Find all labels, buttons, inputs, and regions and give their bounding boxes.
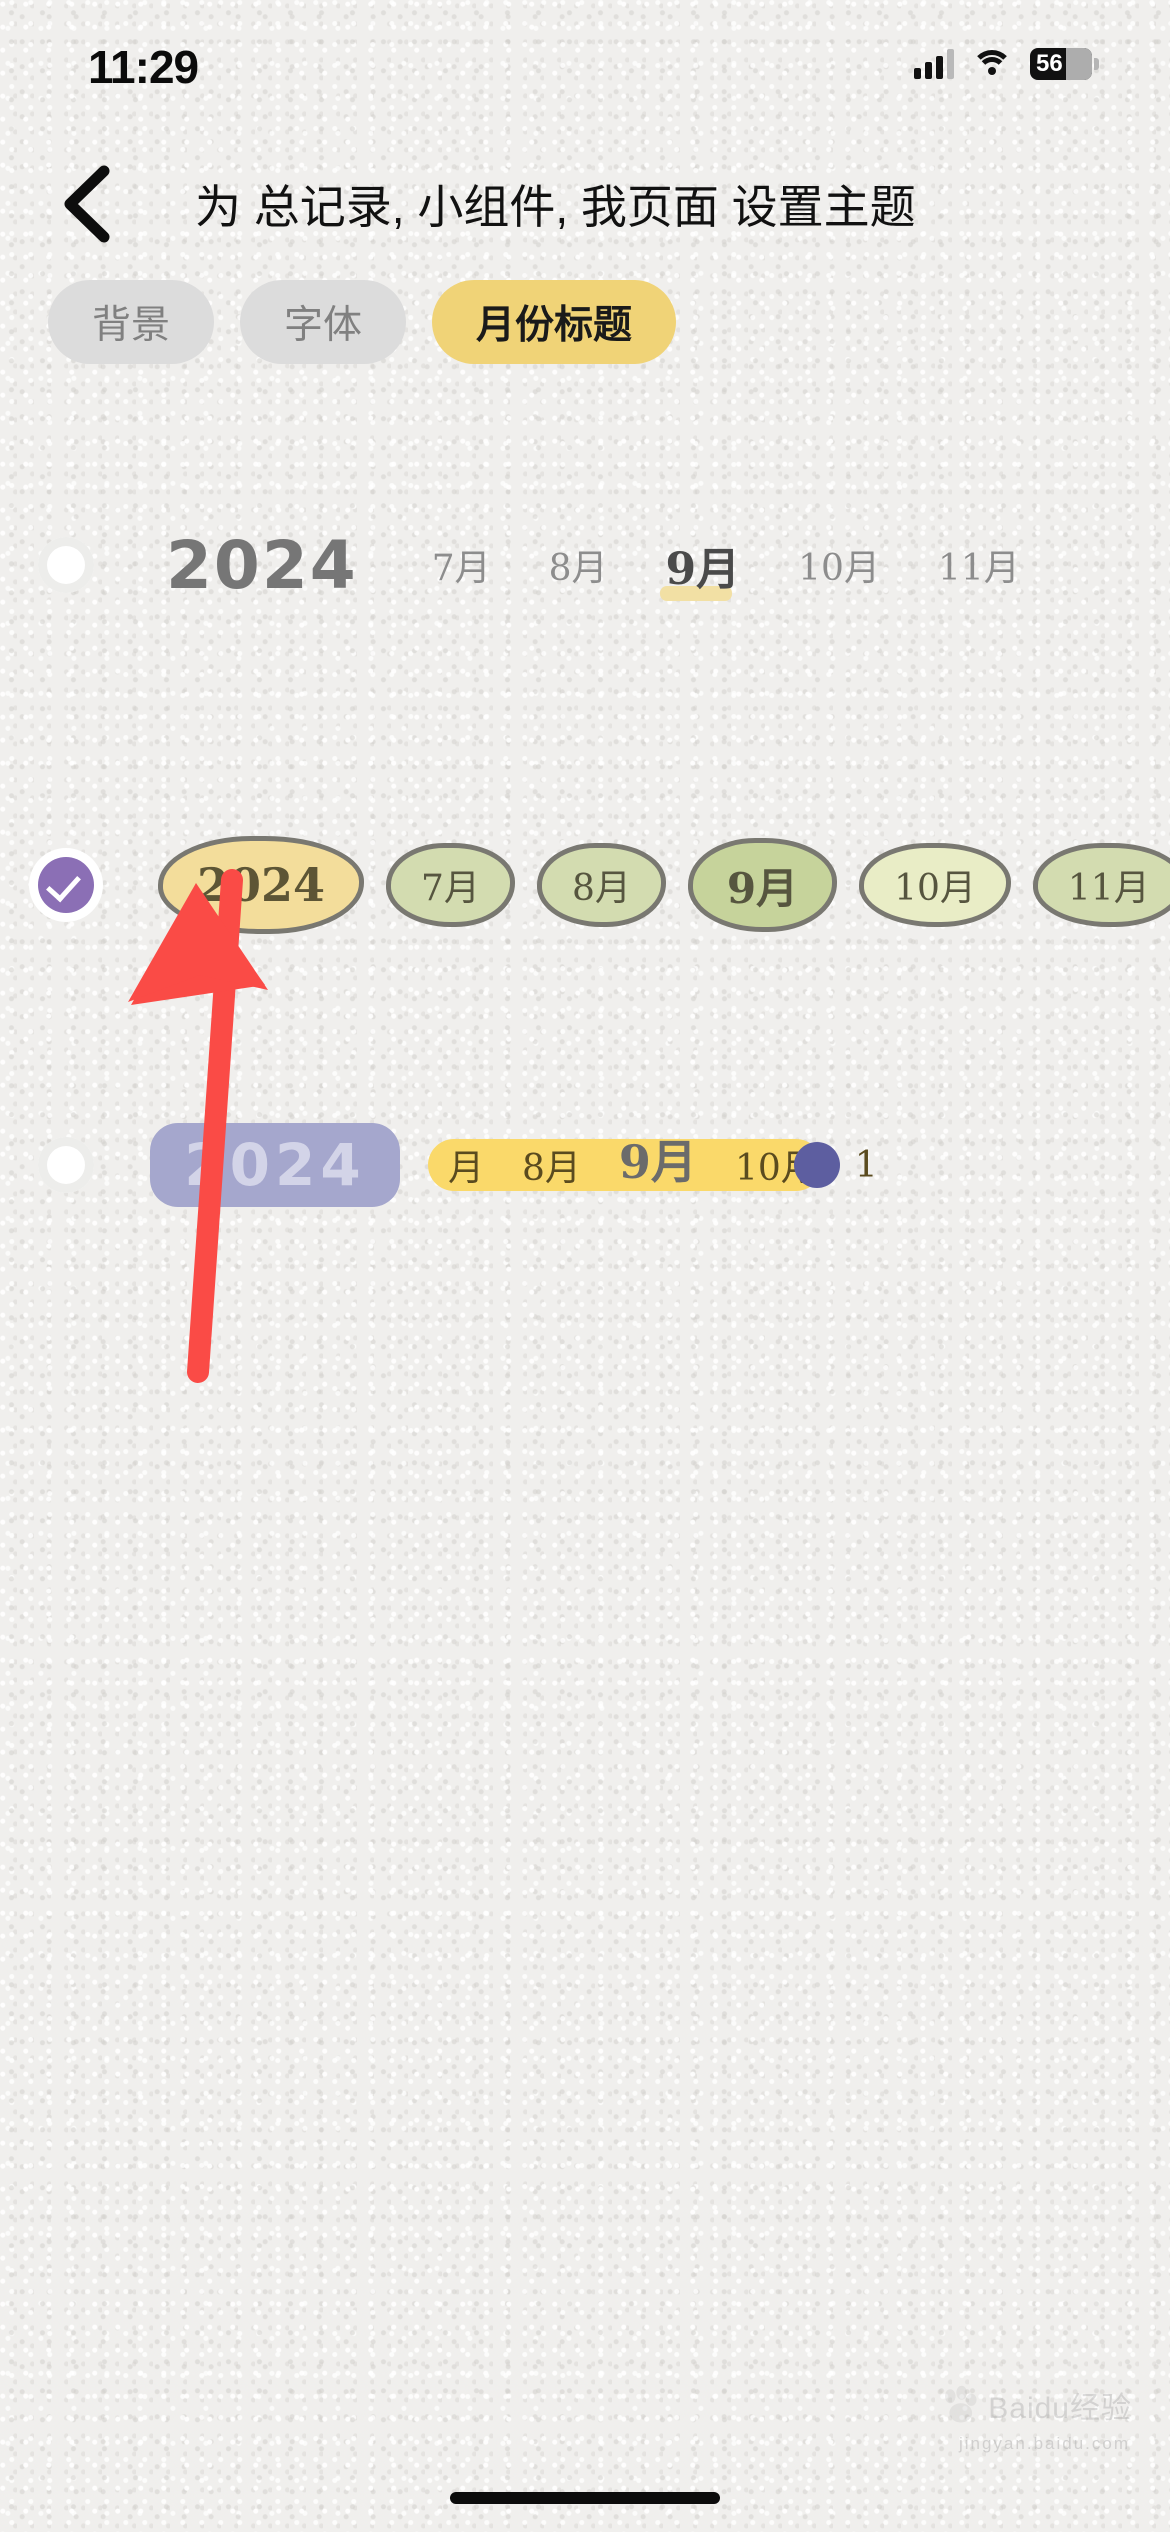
preview-month: 8月 [522, 1148, 581, 1189]
radio-theme-bubble[interactable] [38, 857, 94, 913]
preview-month: 月 [448, 1148, 485, 1189]
preview-month: 10月 [859, 843, 1011, 927]
preview-year: 2024 [150, 1123, 400, 1207]
preview-month-current: 9月 [618, 1135, 697, 1189]
radio-theme-plain[interactable] [38, 537, 94, 593]
theme-preview-bubble: 2024 7月 8月 9月 10月 11月 [94, 820, 1170, 950]
preview-month: 1 [854, 1144, 878, 1186]
watermark-text: Baidu经验 [988, 2392, 1132, 2425]
theme-option-marker[interactable]: 2024 月 8月 9月 10月 1 [0, 1090, 1170, 1240]
preview-year: 2024 [166, 526, 358, 604]
preview-month-strip: 月 8月 9月 10月 1 [428, 1090, 1170, 1240]
preview-month: 8月 [536, 843, 666, 927]
theme-preview-marker: 2024 月 8月 9月 10月 1 [94, 1090, 1170, 1240]
preview-month: 7月 [386, 843, 515, 927]
marker-highlight-bar: 月 8月 9月 10月 1 [428, 1135, 878, 1191]
home-indicator [450, 2492, 720, 2504]
preview-month-current: 9月 [687, 838, 838, 932]
paw-icon [945, 2385, 977, 2423]
radio-theme-marker[interactable] [38, 1137, 94, 1193]
watermark-subtext: jingyan.baidu.com [958, 2434, 1130, 2453]
preview-month: 10月 [798, 548, 880, 589]
theme-preview-plain: 2024 7月 8月 9月 10月 11月 [94, 505, 1170, 625]
preview-year: 2024 [158, 836, 365, 934]
watermark: Baidu经验 [938, 2383, 1132, 2427]
preview-month: 11月 [937, 548, 1020, 589]
theme-option-bubble[interactable]: 2024 7月 8月 9月 10月 11月 [0, 820, 1170, 950]
scroll-dot-indicator [794, 1142, 840, 1188]
preview-month: 8月 [548, 548, 608, 589]
theme-option-plain[interactable]: 2024 7月 8月 9月 10月 11月 [0, 505, 1170, 625]
preview-month: 11月 [1032, 843, 1170, 927]
theme-option-list: 2024 7月 8月 9月 10月 11月 2024 7月 8月 9月 10月 … [0, 0, 1170, 2532]
preview-month-current: 9月 [659, 533, 740, 601]
preview-month: 7月 [431, 548, 491, 589]
